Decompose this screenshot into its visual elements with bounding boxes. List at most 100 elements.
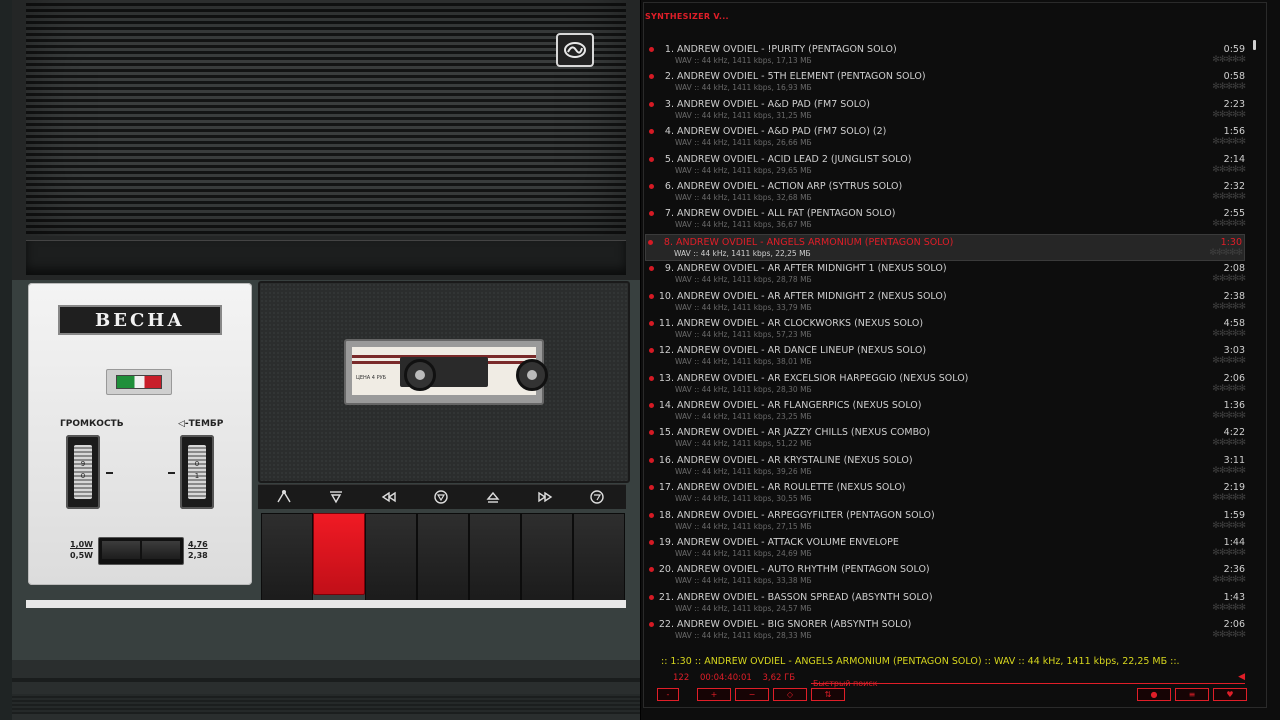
track-info: WAV :: 44 kHz, 1411 kbps, 32,68 МБ: [675, 192, 812, 202]
cassette-player: ВЕСНА ГРОМКОСТЬ ◁-ТЕМБР 9 0 0 1 1,0W 0,5…: [0, 0, 640, 720]
total-size: 3,62 ГБ: [762, 673, 796, 683]
speaker-grille: [26, 0, 626, 236]
track-bullet-icon: [649, 101, 654, 107]
track-row[interactable]: 3. ANDREW OVDIEL - A&D PAD (FM7 SOLO) WAV …: [647, 97, 1247, 124]
playlist-scrollbar[interactable]: [1253, 40, 1256, 50]
rating-stars-icon[interactable]: ✻✻✻✻✻: [1212, 329, 1246, 339]
remove-button[interactable]: −: [735, 688, 769, 701]
volume-knob[interactable]: 9 0: [66, 435, 100, 509]
rating-stars-icon[interactable]: ✻✻✻✻✻: [1212, 466, 1246, 476]
rating-stars-icon[interactable]: ✻✻✻✻✻: [1212, 575, 1246, 585]
track-row[interactable]: 16. ANDREW OVDIEL - AR KRYSTALINE (NEXUS …: [647, 453, 1247, 480]
track-row[interactable]: 15. ANDREW OVDIEL - AR JAZZY CHILLS (NEXU…: [647, 425, 1247, 452]
cassette-price: ЦЕНА 4 РУБ: [356, 375, 387, 381]
rating-stars-icon[interactable]: ✻✻✻✻✻: [1212, 219, 1246, 229]
speed-switch-right[interactable]: [142, 541, 180, 559]
rating-stars-icon[interactable]: ✻✻✻✻✻: [1212, 110, 1246, 120]
select-button[interactable]: ◇: [773, 688, 807, 701]
track-row[interactable]: 9. ANDREW OVDIEL - AR AFTER MIDNIGHT 1 (N…: [647, 261, 1247, 288]
control-panel: ВЕСНА ГРОМКОСТЬ ◁-ТЕМБР 9 0 0 1 1,0W 0,5…: [28, 283, 252, 585]
pause-key[interactable]: [313, 513, 365, 595]
list-options-button[interactable]: ≡: [1175, 688, 1209, 701]
stop-icon: [433, 489, 449, 505]
track-row[interactable]: 5. ANDREW OVDIEL - ACID LEAD 2 (JUNGLIST …: [647, 152, 1247, 179]
play-key[interactable]: [573, 513, 625, 603]
add-button[interactable]: +: [697, 688, 731, 701]
track-row[interactable]: 4. ANDREW OVDIEL - A&D PAD (FM7 SOLO) (2)…: [647, 124, 1247, 151]
track-row[interactable]: 1. ANDREW OVDIEL - !PURITY (PENTAGON SOLO…: [647, 42, 1247, 69]
sort-button[interactable]: ⇅: [811, 688, 845, 701]
track-row[interactable]: 10. ANDREW OVDIEL - AR AFTER MIDNIGHT 2 (…: [647, 289, 1247, 316]
rating-stars-icon[interactable]: ✻✻✻✻✻: [1212, 493, 1246, 503]
eject-key[interactable]: [469, 513, 521, 603]
track-bullet-icon: [649, 457, 654, 463]
speed-switch[interactable]: [98, 537, 184, 565]
track-row[interactable]: 21. ANDREW OVDIEL - BASSON SPREAD (ABSYNT…: [647, 590, 1247, 617]
track-title-line: 13. ANDREW OVDIEL - AR EXCELSIOR HARPEGGI…: [657, 373, 969, 384]
track-row[interactable]: 22. ANDREW OVDIEL - BIG SNORER (ABSYNTH S…: [647, 617, 1247, 644]
track-number: 8.: [663, 236, 673, 248]
track-row[interactable]: 12. ANDREW OVDIEL - AR DANCE LINEUP (NEXU…: [647, 343, 1247, 370]
track-duration: 2:32: [1223, 180, 1245, 192]
cassette-tape: ЦЕНА 4 РУБ: [344, 339, 548, 405]
rating-stars-icon[interactable]: ✻✻✻✻✻: [1212, 356, 1246, 366]
track-row[interactable]: 20. ANDREW OVDIEL - AUTO RHYTHM (PENTAGON…: [647, 562, 1247, 589]
tone-tick: [168, 472, 175, 474]
track-row[interactable]: 17. ANDREW OVDIEL - AR ROULETTE (NEXUS SO…: [647, 480, 1247, 507]
rating-stars-icon[interactable]: ✻✻✻✻✻: [1212, 521, 1246, 531]
rating-stars-icon[interactable]: ✻✻✻✻✻: [1212, 274, 1246, 284]
track-title: ANDREW OVDIEL - AR AFTER MIDNIGHT 1 (NEX…: [677, 263, 947, 275]
tone-knob[interactable]: 0 1: [180, 435, 214, 509]
track-number: 18.: [658, 509, 674, 521]
track-bullet-icon: [649, 512, 654, 518]
track-bullet-icon: [649, 485, 654, 491]
track-row[interactable]: 19. ANDREW OVDIEL - ATTACK VOLUME ENVELOP…: [647, 535, 1247, 562]
track-title-line: 18. ANDREW OVDIEL - ARPEGGYFILTER (PENTAG…: [657, 510, 935, 521]
rating-stars-icon[interactable]: ✻✻✻✻✻: [1212, 384, 1246, 394]
track-title-line: 17. ANDREW OVDIEL - AR ROULETTE (NEXUS SO…: [657, 482, 906, 493]
logo-badge-icon[interactable]: [556, 33, 594, 67]
track-number: 4.: [664, 126, 674, 138]
rating-stars-icon[interactable]: ✻✻✻✻✻: [1212, 438, 1246, 448]
rating-stars-icon[interactable]: ✻✻✻✻✻: [1212, 302, 1246, 312]
search-arrow-icon[interactable]: ◀: [1238, 672, 1245, 682]
rating-stars-icon[interactable]: ✻✻✻✻✻: [1212, 137, 1246, 147]
fast-forward-key[interactable]: [521, 513, 573, 603]
track-bullet-icon: [649, 293, 654, 299]
playlist-title[interactable]: SYNTHESIZER V...: [645, 12, 729, 21]
rating-stars-icon[interactable]: ✻✻✻✻✻: [1209, 248, 1243, 258]
track-duration: 2:55: [1223, 208, 1245, 220]
rating-stars-icon[interactable]: ✻✻✻✻✻: [1212, 411, 1246, 421]
rating-stars-icon[interactable]: ✻✻✻✻✻: [1212, 630, 1246, 640]
rating-stars-icon[interactable]: ✻✻✻✻✻: [1212, 55, 1246, 65]
track-row[interactable]: 2. ANDREW OVDIEL - 5TH ELEMENT (PENTAGON …: [647, 69, 1247, 96]
stop-key[interactable]: [417, 513, 469, 603]
rating-stars-icon[interactable]: ✻✻✻✻✻: [1212, 165, 1246, 175]
favorite-button[interactable]: ♥: [1213, 688, 1247, 701]
record-key[interactable]: [261, 513, 313, 603]
rating-stars-icon[interactable]: ✻✻✻✻✻: [1212, 192, 1246, 202]
record-button[interactable]: ●: [1137, 688, 1171, 701]
cassette-deck[interactable]: ЦЕНА 4 РУБ: [258, 281, 630, 483]
track-row[interactable]: 13. ANDREW OVDIEL - AR EXCELSIOR HARPEGGI…: [647, 371, 1247, 398]
track-title-line: 15. ANDREW OVDIEL - AR JAZZY CHILLS (NEXU…: [657, 427, 930, 438]
speed-switch-left[interactable]: [102, 541, 140, 559]
track-row[interactable]: 7. ANDREW OVDIEL - ALL FAT (PENTAGON SOLO…: [647, 206, 1247, 233]
rating-stars-icon[interactable]: ✻✻✻✻✻: [1212, 603, 1246, 613]
rewind-icon: [381, 489, 397, 505]
track-row[interactable]: 18. ANDREW OVDIEL - ARPEGGYFILTER (PENTAG…: [647, 508, 1247, 535]
track-row[interactable]: 8. ANDREW OVDIEL - ANGELS ARMONIUM (PENTA…: [645, 233, 1245, 262]
track-row[interactable]: 11. ANDREW OVDIEL - AR CLOCKWORKS (NEXUS …: [647, 316, 1247, 343]
quick-search[interactable]: ◀: [811, 671, 1247, 690]
track-title: ANDREW OVDIEL - !PURITY (PENTAGON SOLO): [677, 44, 897, 55]
track-bullet-icon: [649, 540, 654, 546]
playlist-menu-button[interactable]: -: [657, 688, 679, 701]
track-duration: 1:30: [1220, 236, 1242, 248]
track-row[interactable]: 6. ANDREW OVDIEL - ACTION ARP (SYTRUS SOL…: [647, 179, 1247, 206]
player-base: [12, 660, 640, 720]
rating-stars-icon[interactable]: ✻✻✻✻✻: [1212, 548, 1246, 558]
track-info: WAV :: 44 kHz, 1411 kbps, 27,15 МБ: [675, 521, 812, 531]
rewind-key[interactable]: [365, 513, 417, 603]
rating-stars-icon[interactable]: ✻✻✻✻✻: [1212, 82, 1246, 92]
track-row[interactable]: 14. ANDREW OVDIEL - AR FLANGERPICS (NEXUS…: [647, 398, 1247, 425]
